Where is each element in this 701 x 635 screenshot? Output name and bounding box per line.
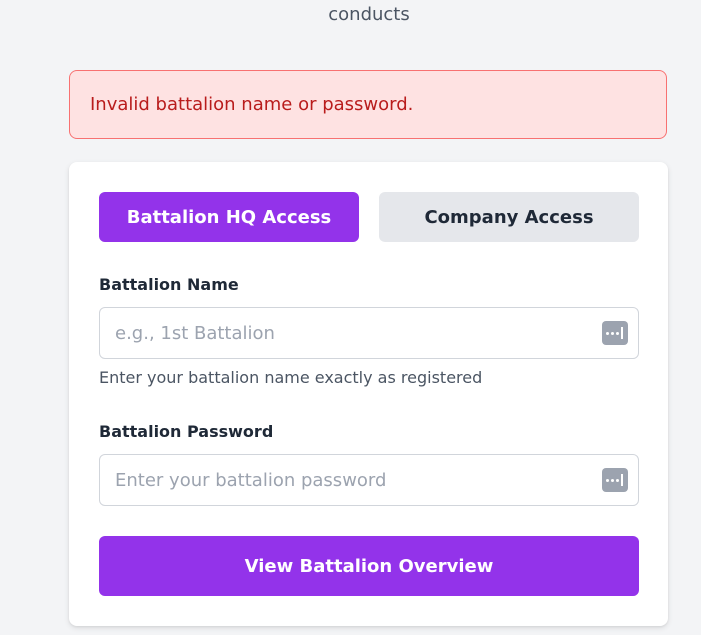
tab-company-access[interactable]: Company Access [379, 192, 639, 242]
error-message: Invalid battalion name or password. [90, 94, 414, 115]
battalion-name-helper: Enter your battalion name exactly as reg… [99, 368, 483, 387]
battalion-name-field[interactable] [99, 307, 639, 359]
password-manager-icon[interactable] [602, 321, 628, 345]
error-alert: Invalid battalion name or password. [69, 70, 667, 139]
battalion-name-label: Battalion Name [99, 275, 239, 294]
battalion-password-field[interactable] [99, 454, 639, 506]
battalion-name-input[interactable] [100, 308, 570, 358]
login-card: Battalion HQ Access Company Access Batta… [69, 162, 668, 626]
battalion-password-label: Battalion Password [99, 422, 274, 441]
subtitle-text: conducts [328, 4, 410, 25]
tab-battalion-hq-access[interactable]: Battalion HQ Access [99, 192, 359, 242]
view-battalion-overview-button[interactable]: View Battalion Overview [99, 536, 639, 596]
password-manager-icon[interactable] [602, 468, 628, 492]
battalion-password-input[interactable] [100, 455, 570, 505]
